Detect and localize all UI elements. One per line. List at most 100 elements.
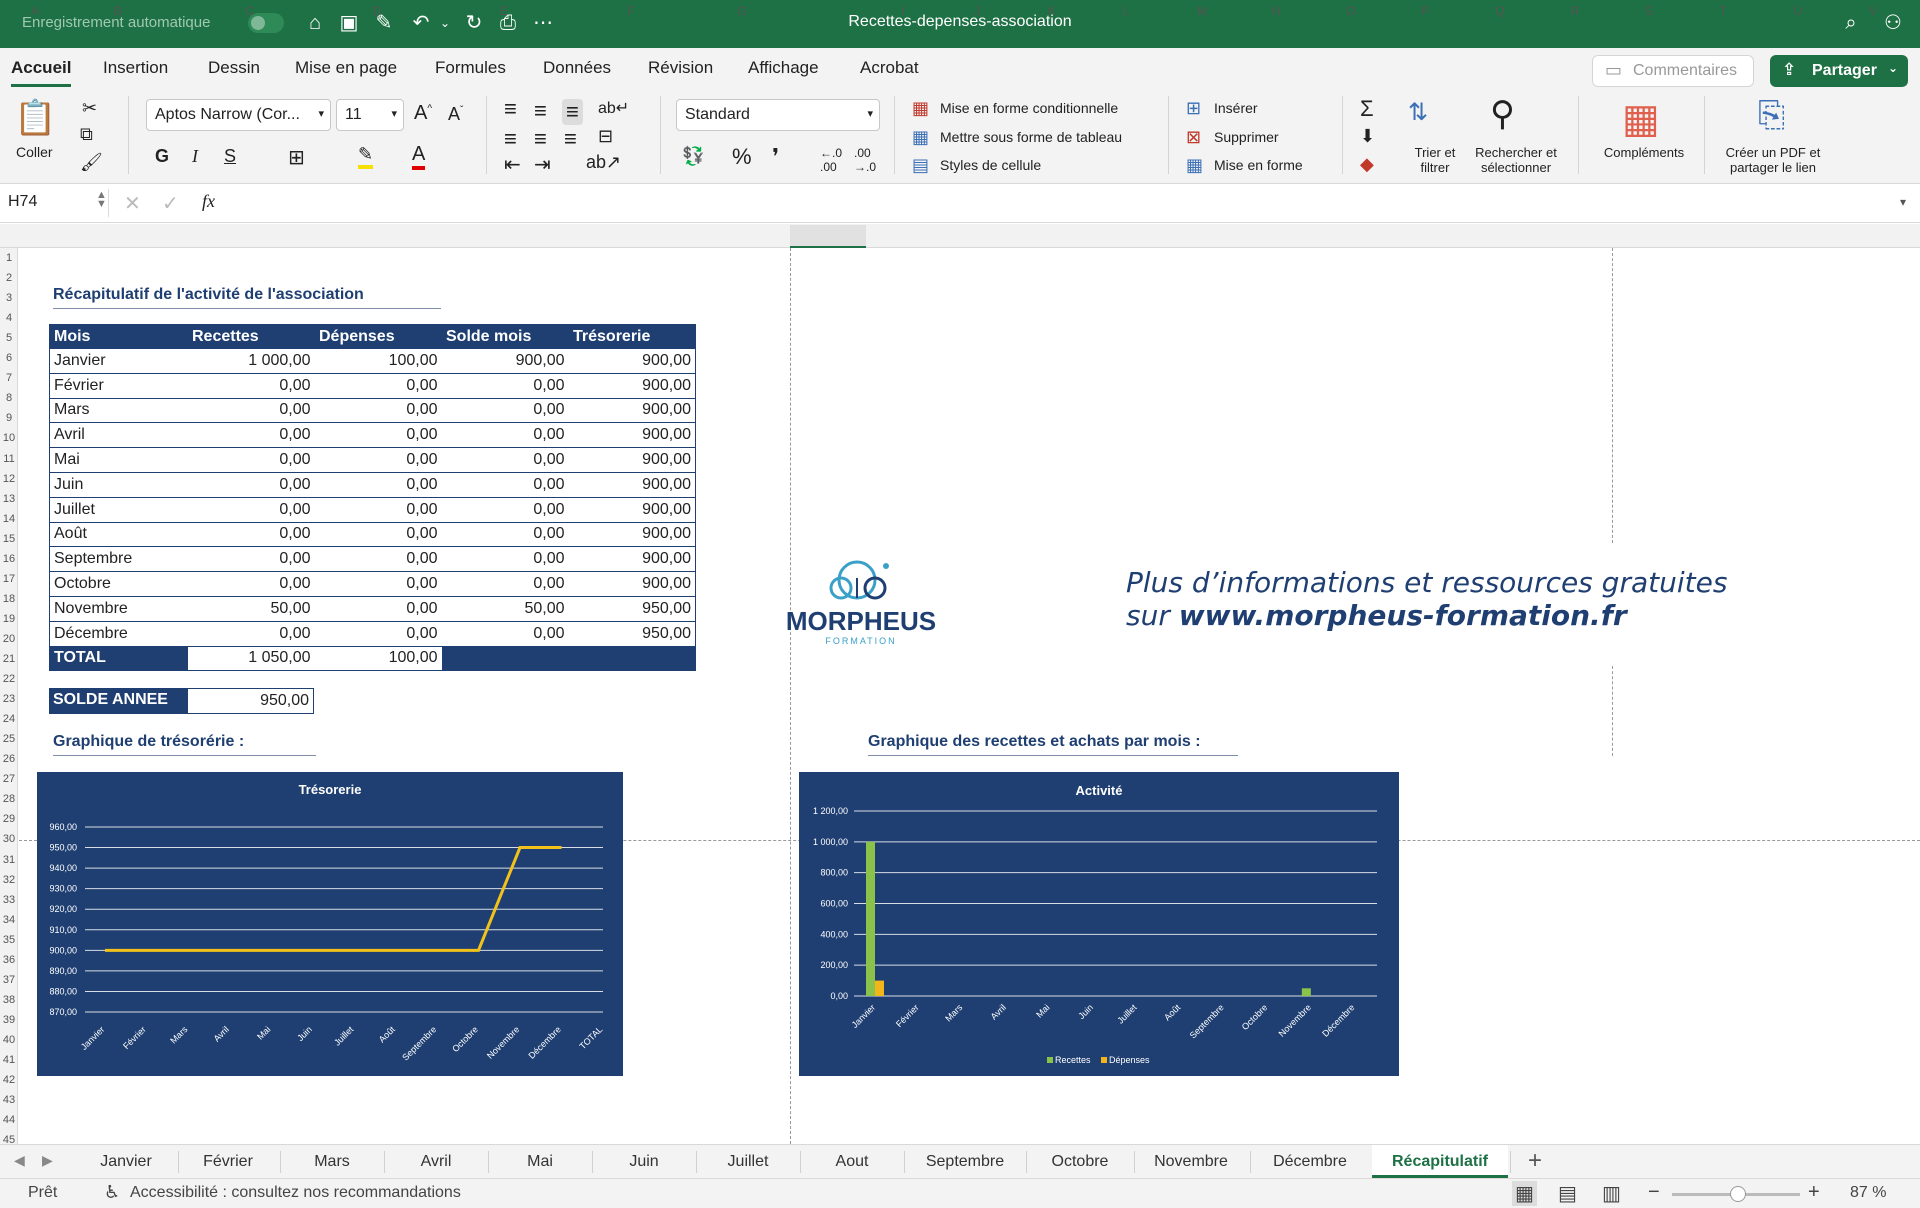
table-cell[interactable]: 0,00 <box>441 546 569 573</box>
table-cell[interactable]: 900,00 <box>568 546 696 573</box>
row-header[interactable]: 30 <box>0 833 18 845</box>
column-header-l[interactable]: L <box>1123 4 1130 18</box>
total-label[interactable]: TOTAL <box>49 645 188 672</box>
share-button[interactable]: ⇪ Partager ⌄ <box>1770 55 1908 87</box>
row-header[interactable]: 13 <box>0 493 18 505</box>
insert-cells-icon[interactable]: ⊞ <box>1186 98 1201 119</box>
table-cell[interactable]: 950,00 <box>568 595 696 622</box>
row-header[interactable]: 14 <box>0 513 18 525</box>
column-header-q[interactable]: Q <box>1495 4 1504 18</box>
table-cell[interactable]: 0,00 <box>441 471 569 498</box>
page-layout-icon[interactable]: ▤ <box>1558 1181 1577 1206</box>
table-cell[interactable]: 950,00 <box>568 620 696 647</box>
accessibility-icon[interactable]: ♿ <box>104 1182 120 1203</box>
grow-font-icon[interactable]: A^ <box>414 102 432 125</box>
row-header[interactable]: 3 <box>0 292 18 304</box>
namebox-stepper-icon[interactable]: ▲ ▼ <box>96 190 107 210</box>
column-header-n[interactable]: N <box>1272 4 1281 18</box>
table-cell[interactable]: 900,00 <box>568 521 696 548</box>
table-cell[interactable]: Juillet <box>49 496 188 523</box>
table-cell[interactable]: 50,00 <box>187 595 315 622</box>
solde-label[interactable]: SOLDE ANNEE <box>49 688 187 714</box>
enter-icon[interactable]: ✓ <box>162 191 179 216</box>
sheet-tab[interactable]: Février <box>178 1153 278 1171</box>
zoom-in-icon[interactable]: + <box>1808 1181 1820 1204</box>
row-header[interactable]: 40 <box>0 1034 18 1046</box>
table-cell[interactable]: 0,00 <box>441 397 569 424</box>
column-header-f[interactable]: F <box>627 4 634 18</box>
scroll-right-icon[interactable]: ▶ <box>42 1152 53 1169</box>
font-size-select[interactable]: 11 ▾ <box>336 99 404 131</box>
row-header[interactable]: 5 <box>0 332 18 344</box>
column-header-h[interactable]: H <box>823 4 832 18</box>
sheet-tab[interactable]: Décembre <box>1250 1153 1370 1171</box>
accessibility-status[interactable]: Accessibilité : consultez nos recommanda… <box>130 1184 461 1202</box>
row-header[interactable]: 6 <box>0 352 18 364</box>
table-cell[interactable]: 900,00 <box>568 471 696 498</box>
increase-indent-icon[interactable]: ⇥ <box>534 152 551 177</box>
format-cells-icon[interactable]: ▦ <box>1186 155 1203 176</box>
table-cell[interactable]: 0,00 <box>314 397 442 424</box>
tresorerie-chart[interactable]: Trésorerie 870,00 880,00 890,00 900,00 910,00… <box>37 772 623 1076</box>
row-header[interactable]: 8 <box>0 392 18 404</box>
sheet-tab[interactable]: Septembre <box>906 1153 1024 1171</box>
orientation-icon[interactable]: ab↗ <box>586 152 621 173</box>
find-select-button[interactable]: Rechercher et sélectionner <box>1466 145 1566 175</box>
sheet-tab[interactable]: Janvier <box>76 1153 176 1171</box>
fill-color-icon[interactable]: ✎ <box>358 144 374 169</box>
pdf-icon[interactable]: ⎘ <box>1758 96 1785 135</box>
table-cell[interactable]: 0,00 <box>441 496 569 523</box>
total-row[interactable]: TOTAL 1 050,00 100,00 <box>49 645 696 672</box>
function-icon[interactable]: fx <box>202 191 215 212</box>
column-header-c[interactable]: C <box>246 4 255 18</box>
row-header[interactable]: 39 <box>0 1014 18 1026</box>
column-header-s[interactable]: S <box>1645 4 1653 18</box>
bold-button[interactable]: G <box>155 146 169 167</box>
table-cell[interactable]: Juin <box>49 471 188 498</box>
font-color-icon[interactable]: A <box>412 143 426 170</box>
sort-filter-icon[interactable]: ⇅ <box>1408 98 1428 127</box>
row-header[interactable]: 1 <box>0 252 18 264</box>
column-header-t[interactable]: T <box>1719 4 1726 18</box>
total-empty[interactable] <box>568 645 696 672</box>
row-header[interactable]: 9 <box>0 412 18 424</box>
tab-revision[interactable]: Révision <box>648 58 713 78</box>
page-break-view-icon[interactable]: ▥ <box>1602 1181 1621 1206</box>
row-header[interactable]: 15 <box>0 533 18 545</box>
table-cell[interactable]: 0,00 <box>314 571 442 597</box>
table-cell[interactable]: 0,00 <box>314 496 442 523</box>
sheet-tab[interactable]: Juin <box>594 1153 694 1171</box>
sheet-tab[interactable]: Avril <box>386 1153 486 1171</box>
column-header-a[interactable]: A <box>31 4 39 18</box>
borders-icon[interactable]: ⊞ <box>288 145 305 170</box>
table-cell[interactable]: 0,00 <box>314 546 442 573</box>
row-header[interactable]: 31 <box>0 854 18 866</box>
table-cell[interactable]: 100,00 <box>314 348 442 374</box>
find-select-icon[interactable]: ⚲ <box>1490 94 1515 134</box>
table-cell[interactable]: 0,00 <box>314 471 442 498</box>
cell-styles-button[interactable]: Styles de cellule <box>940 157 1041 173</box>
table-cell[interactable]: 0,00 <box>314 422 442 449</box>
row-header[interactable]: 24 <box>0 713 18 725</box>
scroll-left-icon[interactable]: ◀ <box>14 1152 25 1169</box>
formula-input[interactable] <box>232 189 1832 217</box>
conditional-format-icon[interactable]: ▦ <box>912 98 929 119</box>
addins-button[interactable]: Compléments <box>1594 145 1694 160</box>
column-header-u[interactable]: U <box>1794 4 1803 18</box>
copy-icon[interactable]: ⧉ <box>80 124 93 145</box>
sheet-tab[interactable]: Récapitulatif <box>1372 1153 1508 1171</box>
format-button[interactable]: Mise en forme <box>1214 157 1303 173</box>
accounting-format-icon[interactable]: 💱 <box>682 146 704 167</box>
table-cell[interactable]: 0,00 <box>187 521 315 548</box>
row-header[interactable]: 27 <box>0 773 18 785</box>
cut-icon[interactable]: ✂ <box>82 98 97 119</box>
table-cell[interactable]: 0,00 <box>314 447 442 473</box>
paste-label[interactable]: Coller <box>16 145 53 160</box>
promo-url[interactable]: www.morpheus-formation.fr <box>1179 599 1627 632</box>
row-header[interactable]: 7 <box>0 372 18 384</box>
table-cell[interactable]: 900,00 <box>568 372 696 399</box>
row-header[interactable]: 10 <box>0 432 18 444</box>
table-cell[interactable]: Décembre <box>49 620 188 647</box>
align-right-icon[interactable]: ≡ <box>564 126 577 152</box>
row-header[interactable]: 21 <box>0 653 18 665</box>
